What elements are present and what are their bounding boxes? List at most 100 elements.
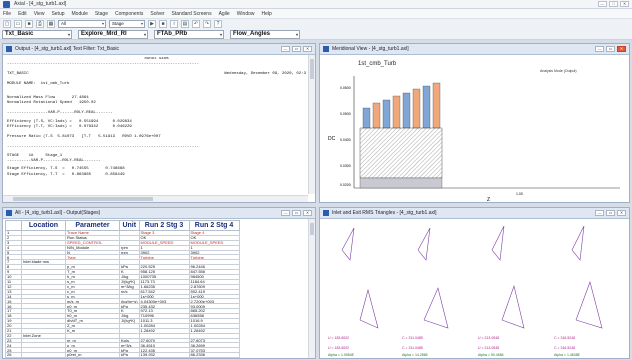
grid-header-row: Location Parameter Unit Run 2 Stg 3 Run … — [5, 220, 240, 231]
title-bar: Axial - [4_stg_turb1.axl] — □ ✕ — [0, 0, 632, 9]
menu-agile[interactable]: Agile — [219, 11, 230, 17]
menu-window[interactable]: Window — [237, 11, 255, 17]
blade-row[interactable] — [422, 85, 431, 129]
menu-components[interactable]: Components — [115, 11, 143, 17]
maximize-button[interactable]: □ — [609, 1, 618, 7]
undo-icon[interactable]: ↶ — [192, 20, 200, 28]
panel-restore-button[interactable]: ▭ — [606, 210, 615, 216]
triangle-stage-1 — [341, 227, 379, 329]
column-header[interactable]: Unit — [119, 220, 140, 231]
text-vertical-scrollbar[interactable] — [308, 55, 315, 194]
column-header[interactable]: Run 2 Stg 4 — [188, 220, 240, 231]
panel-restore-button[interactable]: ▭ — [606, 46, 615, 52]
stage-efficiency-tt: Stage Efficiency, T-T = 0.863865 0.85844… — [7, 172, 125, 177]
column-header[interactable]: Parameter — [65, 220, 120, 231]
row-number-cell: 26 — [5, 352, 22, 358]
scroll-thumb[interactable] — [13, 197, 153, 201]
panel-restore-button[interactable]: ▭ — [292, 46, 301, 52]
menu-module[interactable]: Module — [72, 11, 88, 17]
triangle-stage-4 — [571, 225, 603, 329]
x-axis-label: Z — [487, 197, 490, 203]
panel-close-button[interactable]: ✕ — [617, 46, 626, 52]
meridional-header: Meridional View - [4_stg_turb1.axl] — ▭ … — [320, 44, 629, 55]
velocity-triangles-plot[interactable] — [320, 220, 629, 359]
panel-minimize-button[interactable]: — — [595, 210, 604, 216]
menu-stage[interactable]: Stage — [95, 11, 108, 17]
axial-app-window: Axial - [4_stg_turb1.axl] — □ ✕ File Edi… — [0, 0, 632, 360]
grid-icon[interactable]: ▦ — [47, 20, 55, 28]
print-icon[interactable]: ⎙ — [36, 20, 44, 28]
text-output-panel: Output - [4_stg_turb1.axl] Text Filter: … — [2, 43, 316, 203]
column-header[interactable]: Location — [21, 220, 66, 231]
explore-select[interactable]: Explore_Mrd_RI — [78, 29, 148, 39]
panel-minimize-button[interactable]: — — [281, 210, 290, 216]
help-icon[interactable]: ? — [214, 20, 222, 28]
text-filter-select[interactable]: Txt_Basic — [2, 29, 72, 39]
table-cell[interactable]: kPa — [119, 352, 140, 358]
ftab-select[interactable]: FTAb_PRb — [154, 29, 224, 39]
scroll-thumb[interactable] — [310, 59, 314, 79]
new-icon[interactable]: ▢ — [3, 20, 11, 28]
run-date: Wednesday, December 09, 2020, 02:3 — [224, 72, 306, 77]
column-header[interactable]: Run 2 Stg 3 — [138, 220, 190, 231]
minimize-button[interactable]: — — [598, 1, 607, 7]
output-grid[interactable]: Location Parameter Unit Run 2 Stg 3 Run … — [5, 220, 240, 358]
table-icon[interactable]: ▤ — [181, 20, 189, 28]
table-row[interactable]: 26 p0rel_m kPa 139.932 86.2336 — [5, 352, 240, 358]
panel-close-button[interactable]: ✕ — [617, 210, 626, 216]
blade-row[interactable] — [372, 102, 381, 129]
text-output-title: Output - [4_stg_turb1.axl] Text Filter: … — [15, 46, 120, 52]
menu-solver[interactable]: Solver — [150, 11, 164, 17]
scroll-thumb[interactable] — [310, 223, 314, 235]
panel-minimize-button[interactable]: — — [281, 46, 290, 52]
panel-icon — [323, 46, 329, 52]
menu-standard-screens[interactable]: Standard Screens — [172, 11, 212, 17]
blade-row[interactable] — [392, 95, 401, 129]
table-cell[interactable]: (kg/(m^s) — [119, 298, 140, 305]
meridional-plot[interactable]: 1st_cmb_Turb Analysis Mode (Output) 0.06… — [320, 56, 629, 203]
run-icon[interactable]: ▶ — [148, 20, 156, 28]
menu-setup[interactable]: Setup — [51, 11, 64, 17]
blade-row[interactable] — [382, 99, 391, 129]
close-button[interactable]: ✕ — [620, 1, 629, 7]
triangle-label: Alpha = 14.2865 — [402, 353, 428, 357]
panel-icon — [6, 46, 12, 52]
blade-row[interactable] — [432, 82, 441, 129]
table-cell[interactable]: 139.932 — [138, 352, 190, 358]
table-cell[interactable]: p0rel_m — [65, 352, 120, 358]
open-icon[interactable]: ▭ — [14, 20, 22, 28]
menu-help[interactable]: Help — [262, 11, 272, 17]
info-icon[interactable]: i — [170, 20, 178, 28]
blade-row[interactable] — [362, 107, 371, 129]
grid-vertical-scrollbar[interactable] — [308, 219, 315, 358]
filter-all-select[interactable]: All — [58, 20, 106, 28]
meridional-chart-title: 1st_cmb_Turb — [358, 61, 397, 67]
menu-bar: File Edit View Setup Module Stage Compon… — [0, 9, 632, 18]
blade-row[interactable] — [402, 92, 411, 129]
panel-close-button[interactable]: ✕ — [303, 46, 312, 52]
level-stage-select[interactable]: Stage — [109, 20, 145, 28]
save-icon[interactable]: ■ — [25, 20, 33, 28]
stop-icon[interactable]: ■ — [159, 20, 167, 28]
name-date-row: TXT_BASIC Wednesday, December 09, 2020, … — [7, 72, 306, 78]
table-cell[interactable]: 86.2336 — [188, 352, 240, 358]
text-horizontal-scrollbar[interactable] — [3, 195, 308, 202]
triangles-header: Inlet and Exit RMS Triangles - [4_stg_tu… — [320, 208, 629, 219]
triangle-label: Alpha = 50.4584 — [478, 353, 504, 357]
flow-angles-select[interactable]: Flow_Angles — [230, 29, 300, 39]
window-title: Axial - [4_stg_turb1.axl] — [14, 1, 67, 7]
blade-row[interactable] — [412, 88, 421, 129]
menu-edit[interactable]: Edit — [18, 11, 27, 17]
panel-close-button[interactable]: ✕ — [303, 210, 312, 216]
panel-minimize-button[interactable]: — — [595, 46, 604, 52]
menu-file[interactable]: File — [3, 11, 11, 17]
redo-icon[interactable]: ↷ — [203, 20, 211, 28]
panel-restore-button[interactable]: ▭ — [292, 210, 301, 216]
y-tick-label: 0.0500 — [340, 112, 351, 116]
panel-controls: — ▭ ✕ — [281, 46, 312, 52]
triangles-title: Inlet and Exit RMS Triangles - [4_stg_tu… — [332, 210, 437, 216]
table-cell[interactable] — [21, 352, 66, 358]
menu-view[interactable]: View — [34, 11, 45, 17]
velocity-triangle — [341, 227, 355, 261]
y-tick-label: 0.0200 — [340, 183, 351, 187]
